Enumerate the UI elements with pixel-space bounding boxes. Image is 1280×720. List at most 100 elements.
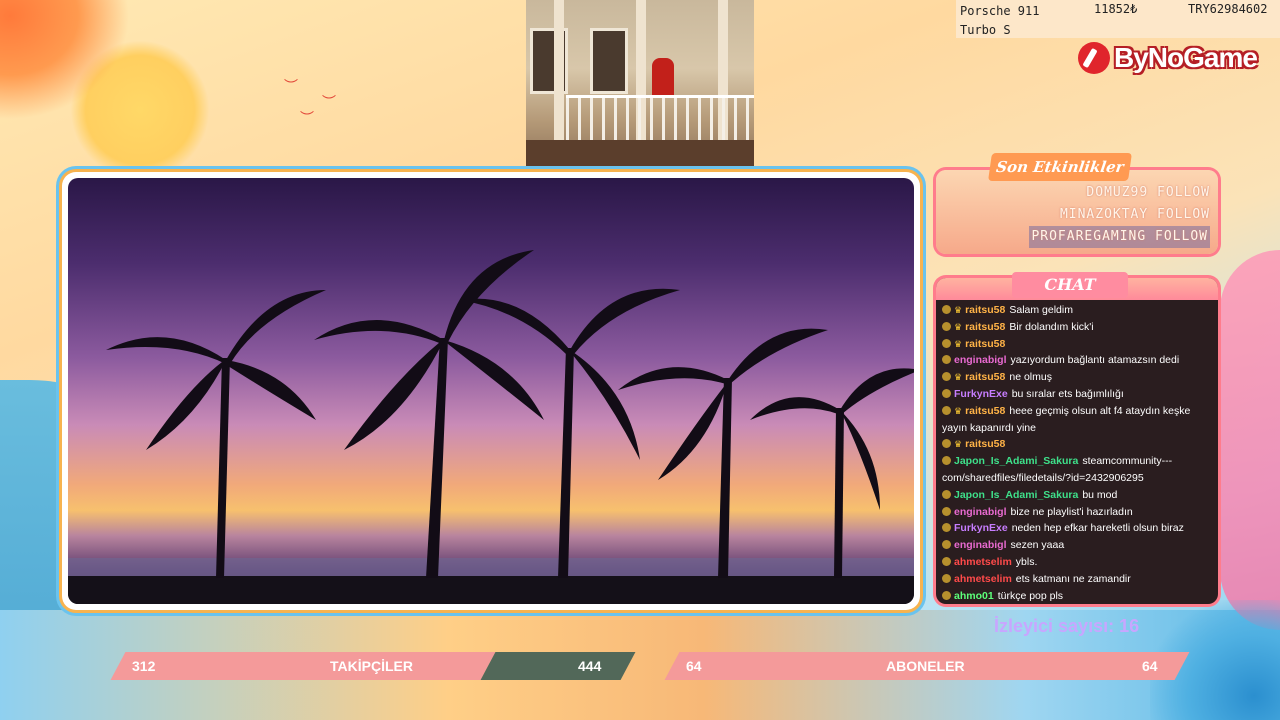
recent-events-panel: DOMUZ99 FOLLOW MINAZOKTAY FOLLOW PROFARE…: [936, 170, 1218, 254]
followers-progress-remaining: [480, 652, 636, 680]
followers-progress-fill: [110, 652, 496, 680]
chat-text: bu sıralar ets bağımlılığı: [1011, 387, 1124, 400]
crown-icon: ♛: [954, 305, 963, 315]
badge-icon: [942, 489, 951, 499]
badge-icon: [942, 321, 951, 331]
badge-icon: [942, 405, 951, 415]
chat-text: ybls.: [1015, 555, 1038, 568]
badge-icon: [942, 556, 951, 566]
badge-icon: [942, 456, 951, 466]
ticker-product-line2: Turbo S: [960, 23, 1011, 37]
chat-username[interactable]: ahmetselim: [954, 573, 1012, 585]
chat-message: ♛ raitsu58 ne olmuş: [942, 369, 1214, 386]
main-screen-frame: [62, 172, 920, 610]
chat-username[interactable]: raitsu58: [965, 438, 1005, 450]
chat-text: ne olmuş: [1009, 371, 1052, 384]
viewer-count: İzleyici sayısı: 16: [994, 616, 1140, 636]
crown-icon: ♛: [954, 439, 963, 450]
subscribers-label: ABONELER: [886, 658, 965, 674]
chat-username[interactable]: ahmo01: [954, 590, 994, 602]
bird-icon: ︶: [284, 78, 298, 94]
chat-message: ♛ raitsu58: [942, 436, 1214, 453]
event-item: MINAZOKTAY FOLLOW: [1059, 207, 1210, 222]
chat-message: ♛ raitsu58: [942, 336, 1214, 353]
ticker-price: 11852₺: [1094, 2, 1138, 16]
chat-username[interactable]: enginabigl: [954, 506, 1007, 518]
event-item: PROFAREGAMING FOLLOW: [1029, 226, 1210, 248]
chat-messages: ♛ raitsu58 Salam geldim ♛ raitsu58 Bir doland…: [942, 302, 1214, 604]
followers-current: 312: [132, 658, 156, 674]
badge-icon: [942, 388, 951, 398]
followers-goal: 444: [578, 658, 602, 674]
chat-text: türkçe pop pls: [997, 589, 1064, 602]
chat-message: FurkynExe bu sıralar ets bağımlılığı: [942, 386, 1214, 403]
crown-icon: ♛: [954, 372, 963, 383]
chat-title: CHAT: [1012, 272, 1128, 298]
badge-icon: [942, 590, 951, 600]
chat-text: yazıyordum bağlantı atamazsın dedi: [1010, 354, 1180, 367]
building-base: [526, 140, 754, 172]
badge-icon: [942, 372, 951, 382]
chat-text: Bir dolandım kick'i: [1009, 320, 1094, 333]
chat-username[interactable]: raitsu58: [965, 371, 1005, 383]
chat-message: FurkynExe neden hep efkar hareketli olsun…: [942, 520, 1214, 537]
chat-username[interactable]: raitsu58: [965, 304, 1005, 316]
recent-events-title: Son Etkinlikler: [988, 153, 1132, 181]
badge-icon: [942, 573, 951, 583]
chat-username[interactable]: ahmetselim: [954, 556, 1012, 568]
chat-message: ♛ raitsu58 Salam geldim: [942, 302, 1214, 319]
crown-icon: ♛: [954, 405, 963, 416]
chat-message: enginabigl yazıyordum bağlantı atamazsın …: [942, 352, 1214, 369]
chat-message: ahmo01 türkçe pop pls: [942, 588, 1214, 604]
chat-username[interactable]: raitsu58: [965, 321, 1005, 333]
product-ticker: Porsche 911 Turbo S 11852₺ TRY62984602: [956, 0, 1280, 38]
chat-text: ets katmanı ne zamandir: [1015, 572, 1131, 585]
bird-icon: ︶: [300, 110, 314, 126]
webcam-feed: [526, 0, 754, 172]
crown-icon: ♛: [954, 321, 963, 332]
pen-logo-icon: [1078, 42, 1110, 74]
chat-message: enginabigl bize ne playlist'i hazırladın: [942, 504, 1214, 521]
badge-icon: [942, 338, 951, 348]
ticker-product: Porsche 911 Turbo S: [960, 2, 1039, 40]
badge-icon: [942, 540, 951, 550]
recent-events-list: DOMUZ99 FOLLOW MINAZOKTAY FOLLOW PROFARE…: [1029, 182, 1210, 248]
person-figure: [652, 58, 674, 98]
chat-username[interactable]: Japon_Is_Adami_Sakura: [954, 489, 1078, 501]
badge-icon: [942, 523, 951, 533]
chat-text: bu mod: [1082, 488, 1118, 501]
chat-message: Japon_Is_Adami_Sakura bu mod: [942, 487, 1214, 504]
chat-username[interactable]: enginabigl: [954, 354, 1007, 366]
chat-message: ahmetselim ets katmanı ne zamandir: [942, 571, 1214, 588]
brand-logo-text: ByNoGame: [1114, 42, 1258, 73]
chat-username[interactable]: Japon_Is_Adami_Sakura: [954, 455, 1078, 467]
subscribers-goal: 64: [1142, 658, 1158, 674]
chat-message: ♛ raitsu58 heee geçmiş olsun alt f4 ataydı…: [942, 403, 1214, 437]
chat-username[interactable]: raitsu58: [965, 338, 1005, 350]
brand-logo: ByNoGame: [1078, 36, 1268, 80]
palm-sunset-scene: [68, 250, 914, 604]
chat-message: enginabigl sezen yaaa: [942, 537, 1214, 554]
chat-text: bize ne playlist'i hazırladın: [1010, 505, 1133, 518]
chat-message: ahmetselim ybls.: [942, 554, 1214, 571]
subscribers-current: 64: [686, 658, 702, 674]
badge-icon: [942, 506, 951, 516]
followers-label: TAKİPÇİLER: [330, 658, 413, 674]
bird-icon: ︶: [322, 94, 336, 110]
chat-username[interactable]: enginabigl: [954, 539, 1007, 551]
chat-panel: ♛ raitsu58 Salam geldim ♛ raitsu58 Bir doland…: [936, 278, 1218, 604]
palm-leaf-decoration: [0, 0, 130, 120]
window-shape: [590, 28, 628, 94]
badge-icon: [942, 355, 951, 365]
leaf-decoration-right: [1220, 250, 1280, 630]
badge-icon: [942, 305, 951, 314]
chat-text: neden hep efkar hareketli olsun biraz: [1011, 522, 1184, 535]
chat-text: sezen yaaa: [1010, 539, 1065, 552]
crown-icon: ♛: [954, 338, 963, 349]
badge-icon: [942, 439, 951, 449]
chat-username[interactable]: FurkynExe: [954, 522, 1008, 534]
chat-message: ♛ raitsu58 Bir dolandım kick'i: [942, 319, 1214, 336]
game-screen: [68, 178, 914, 604]
chat-username[interactable]: raitsu58: [965, 405, 1005, 417]
chat-username[interactable]: FurkynExe: [954, 388, 1008, 400]
